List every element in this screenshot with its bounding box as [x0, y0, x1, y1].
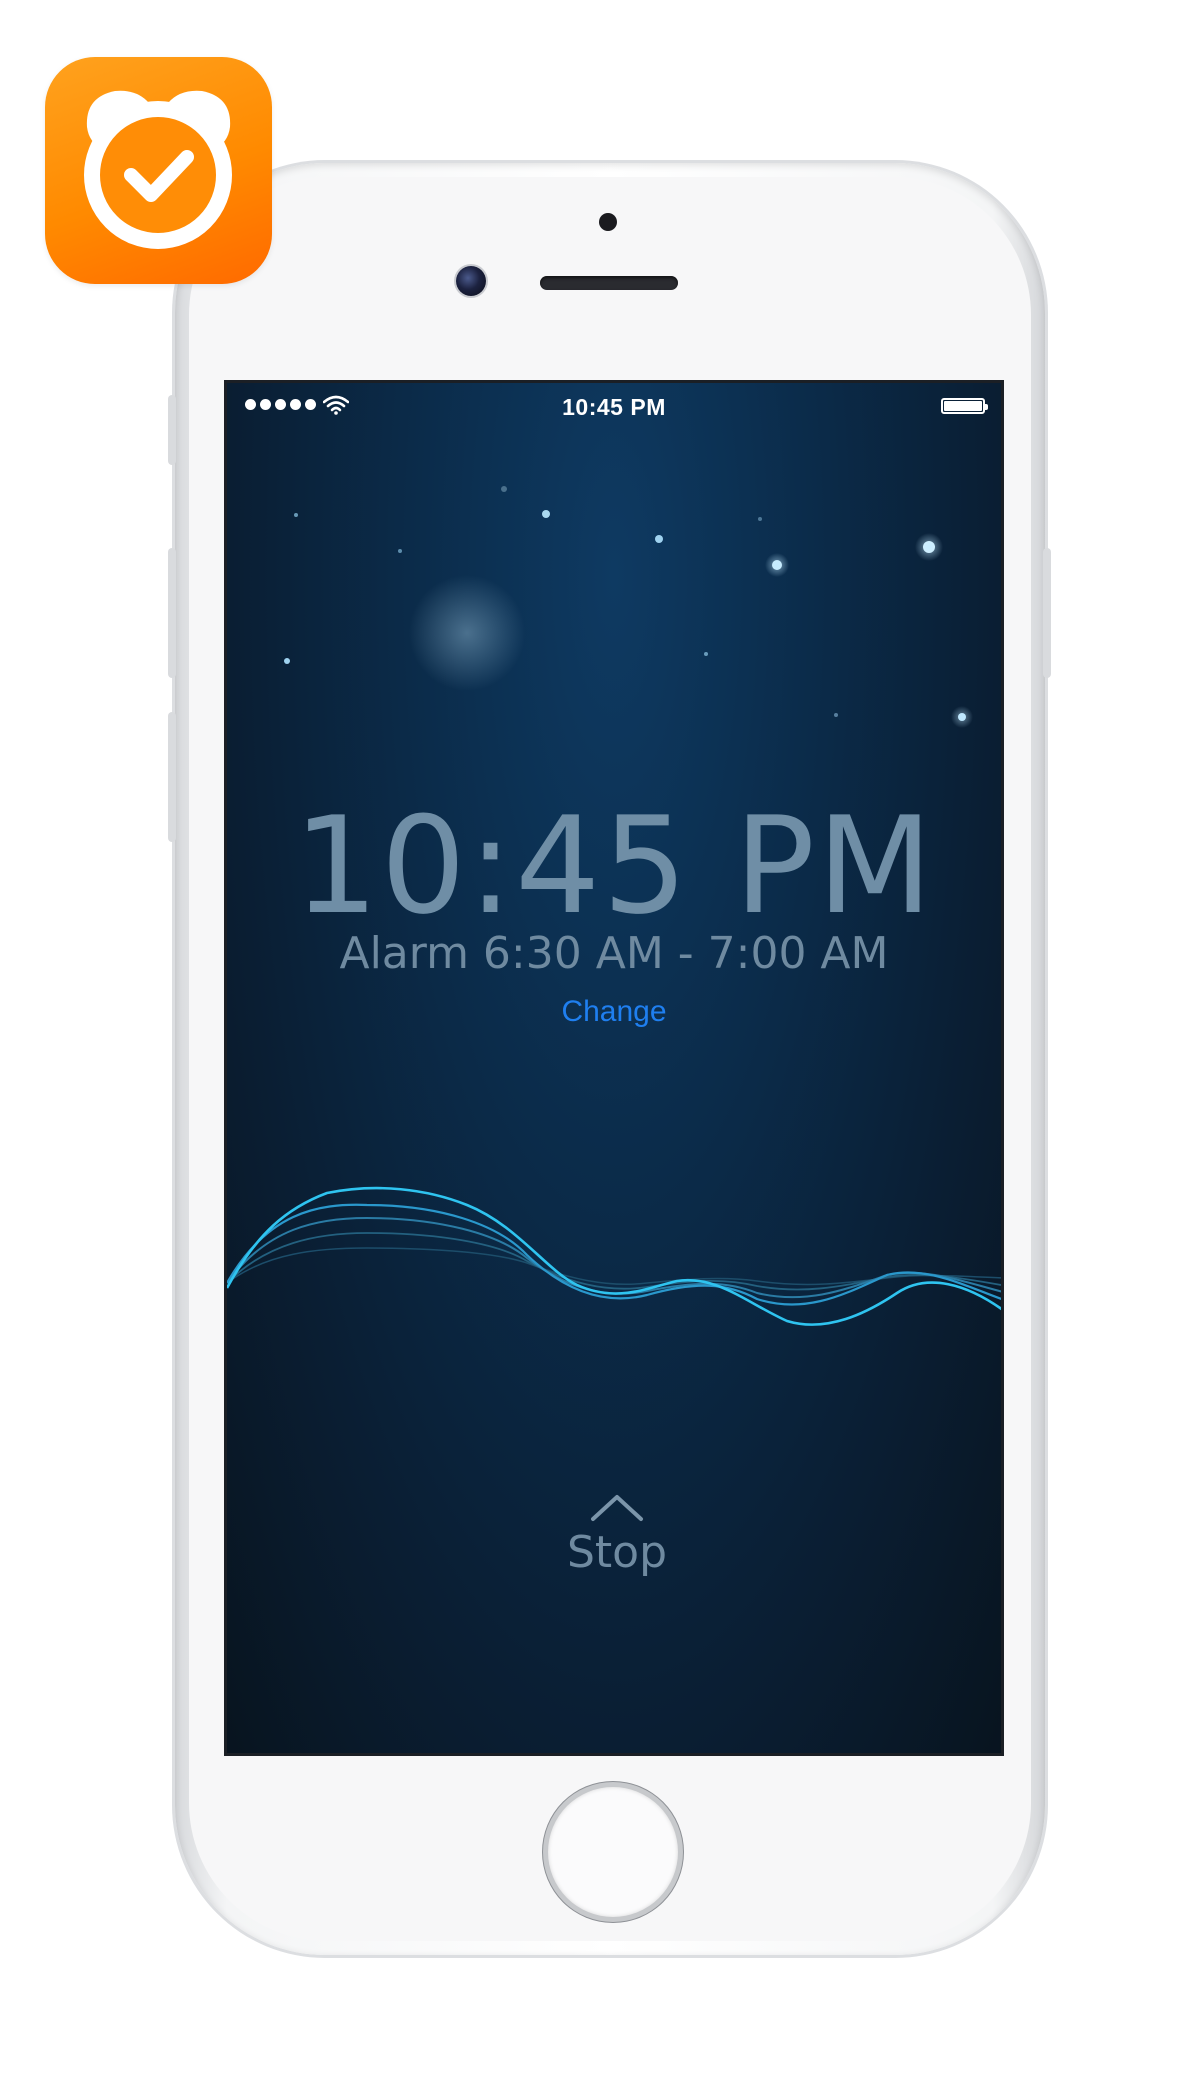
proximity-sensor — [599, 213, 617, 231]
mute-switch — [168, 395, 176, 465]
stop-button[interactable]: Stop — [517, 1493, 717, 1613]
alarm-window: Alarm 6:30 AM - 7:00 AM — [339, 928, 889, 979]
app-screen: 10:45 PM 10:45 PM Alarm 6:30 AM - 7:00 A… — [224, 380, 1004, 1756]
current-time: 10:45 PM — [293, 788, 935, 944]
volume-down-button — [168, 712, 176, 842]
stop-label: Stop — [566, 1527, 668, 1578]
sleep-wave-icon — [227, 1186, 1001, 1326]
chevron-up-icon — [591, 1495, 643, 1521]
stars-icon — [284, 486, 973, 728]
alarm-clock-check-icon — [84, 90, 232, 249]
front-camera-icon — [456, 266, 486, 296]
home-button[interactable] — [548, 1787, 678, 1917]
change-alarm-link[interactable]: Change — [227, 995, 1001, 1029]
product-showcase: 10:45 PM 10:45 PM Alarm 6:30 AM - 7:00 A… — [0, 0, 1200, 2100]
app-icon — [45, 57, 272, 284]
volume-up-button — [168, 548, 176, 678]
power-button — [1043, 548, 1051, 678]
earpiece-speaker — [540, 276, 678, 290]
